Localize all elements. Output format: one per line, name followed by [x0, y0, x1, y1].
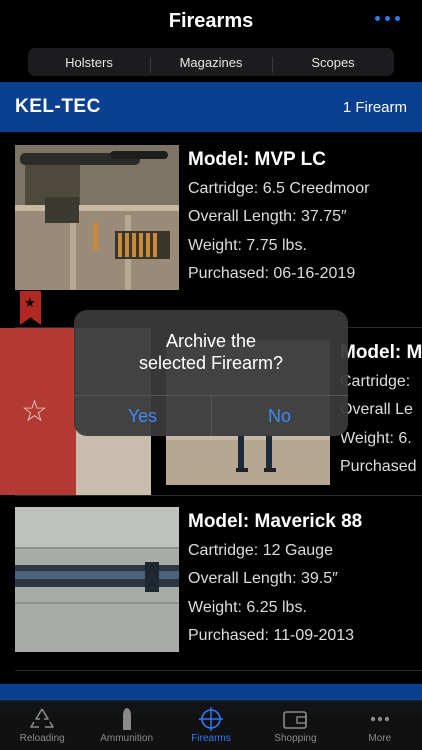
firearm-model: Model: Maverick 88	[188, 511, 363, 532]
no-button[interactable]: No	[211, 396, 348, 436]
category-segmented-control: Holsters Magazines Scopes	[28, 48, 394, 76]
ellipsis-icon	[370, 716, 390, 722]
tab-label: Reloading	[19, 733, 65, 744]
archive-alert-dialog: Archive the selected Firearm? Yes No	[74, 310, 348, 436]
firearm-weight: Weight: 6.25 lbs.	[188, 598, 307, 616]
firearm-cartridge: Cartridge: 6.5 Creedmoor	[188, 179, 370, 197]
firearm-details: Model: Maverick 88 Cartridge: 12 Gauge O…	[188, 508, 362, 651]
tab-ammunition[interactable]: Ammunition	[84, 701, 168, 750]
firearm-row[interactable]: Model: Maverick 88 Cartridge: 12 Gauge O…	[0, 507, 422, 677]
tab-shopping[interactable]: Shopping	[253, 701, 337, 750]
firearm-length: Overall Length: 39.5″	[188, 570, 338, 587]
page-title: Firearms	[168, 10, 254, 32]
tab-label: Firearms	[191, 733, 231, 744]
segment-holsters[interactable]: Holsters	[28, 55, 150, 70]
firearm-model: Model: MVP LC	[188, 149, 326, 170]
section-header: KEL-TEC 1 Firearm	[0, 82, 422, 132]
wallet-icon	[283, 711, 308, 729]
tab-label: Shopping	[274, 733, 317, 744]
firearm-cartridge: Cartridge: 12 Gauge	[188, 541, 333, 559]
firearm-row[interactable]: Model: MVP LC Cartridge: 6.5 Creedmoor O…	[0, 145, 422, 328]
section-title: KEL-TEC	[15, 96, 101, 117]
row-divider	[15, 670, 422, 671]
firearm-photo	[15, 507, 179, 652]
alert-message: Archive the selected Firearm?	[138, 331, 284, 373]
ellipsis-icon[interactable]	[375, 16, 400, 21]
tab-label: Ammunition	[100, 733, 154, 744]
firearm-photo	[15, 145, 179, 290]
firearm-purchased: Purchased: 06-16-2019	[188, 265, 356, 282]
firearm-length: Overall Le	[340, 401, 413, 418]
firearm-model: Model: M	[340, 342, 422, 363]
segment-scopes[interactable]: Scopes	[272, 55, 394, 73]
firearm-purchased: Purchased: 11-09-2013	[188, 627, 355, 644]
segment-magazines[interactable]: Magazines	[150, 55, 272, 73]
tab-reloading[interactable]: Reloading	[0, 701, 84, 750]
tab-bar: Reloading Ammunition Firearms Shopping M…	[0, 700, 422, 750]
bullet-icon	[122, 708, 131, 730]
firearm-details: Model: M Cartridge: Overall Le Weight: 6…	[340, 339, 422, 482]
yes-button[interactable]: Yes	[74, 396, 211, 436]
tab-more[interactable]: More	[338, 701, 422, 750]
section-count: 1 Firearm	[342, 98, 407, 116]
row-divider	[15, 495, 422, 496]
recycle-icon	[30, 708, 55, 728]
firearm-weight: Weight: 6.	[340, 429, 412, 447]
firearm-length: Overall Length: 37.75″	[188, 208, 347, 225]
tab-label: More	[368, 733, 392, 744]
tab-firearms[interactable]: Firearms	[169, 701, 253, 750]
firearm-details: Model: MVP LC Cartridge: 6.5 Creedmoor O…	[188, 146, 369, 289]
firearm-weight: Weight: 7.75 lbs.	[188, 236, 307, 254]
crosshair-icon	[199, 707, 224, 731]
firearm-purchased: Purchased	[340, 458, 417, 475]
navigation-bar: Firearms	[0, 0, 422, 44]
firearm-cartridge: Cartridge:	[340, 372, 411, 390]
